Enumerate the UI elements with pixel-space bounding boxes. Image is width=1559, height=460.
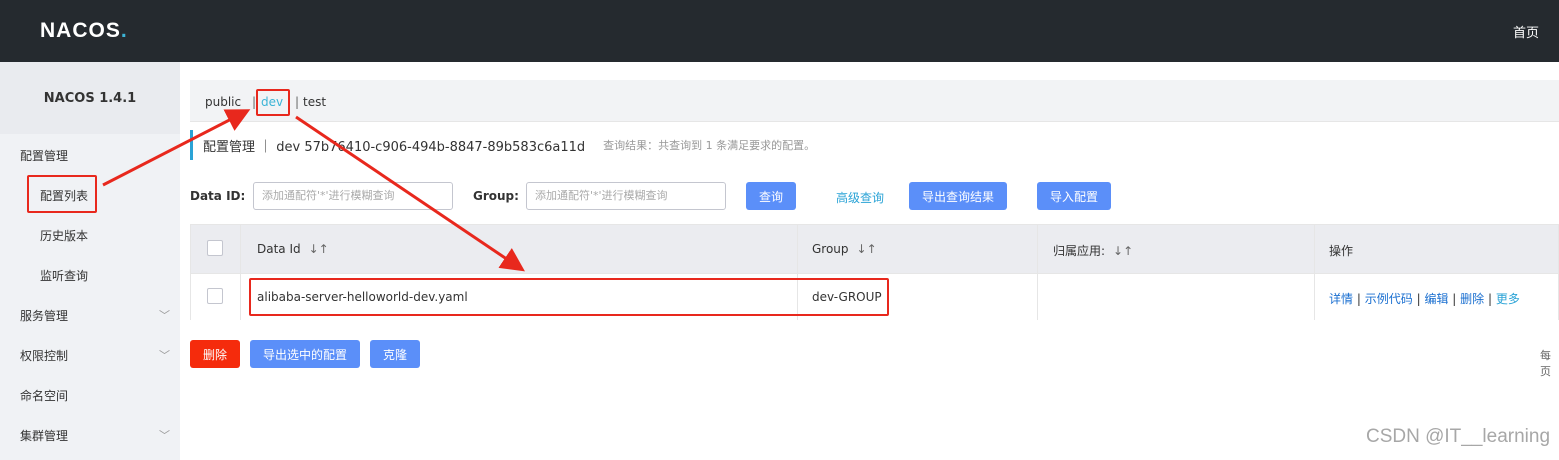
column-divider xyxy=(1314,225,1315,320)
namespace-tabs: public | dev | test xyxy=(190,80,1559,122)
group-input[interactable]: 添加通配符'*'进行模糊查询 xyxy=(526,182,726,210)
query-button[interactable]: 查询 xyxy=(746,182,796,210)
sidebar-item-history[interactable]: 历史版本 xyxy=(0,215,180,255)
chevron-down-icon: ﹀ xyxy=(159,309,170,322)
sidebar-item-label: 配置管理 xyxy=(20,148,69,163)
sort-icon[interactable]: ↓↑ xyxy=(1113,244,1133,258)
export-query-result-button[interactable]: 导出查询结果 xyxy=(909,182,1007,210)
annotation-box-row xyxy=(249,278,889,316)
chevron-down-icon: ﹀ xyxy=(159,349,170,362)
data-id-input[interactable]: 添加通配符'*'进行模糊查询 xyxy=(253,182,453,210)
export-selected-button[interactable]: 导出选中的配置 xyxy=(250,340,360,368)
op-separator: | xyxy=(1452,292,1457,306)
column-divider xyxy=(1037,225,1038,320)
data-id-label: Data ID: xyxy=(190,189,246,203)
query-result-text: 查询结果：共查询到 1 条满足要求的配置。 xyxy=(603,139,816,152)
home-link[interactable]: 首页 xyxy=(1513,22,1539,41)
table-header: Data Id ↓↑ Group ↓↑ 归属应用: ↓↑ 操作 xyxy=(191,225,1558,273)
advanced-query-link[interactable]: 高级查询 xyxy=(836,189,884,206)
detail-link[interactable]: 详情 xyxy=(1329,292,1353,306)
sort-icon[interactable]: ↓↑ xyxy=(309,242,329,256)
annotation-box-dev-tab xyxy=(256,89,290,116)
sidebar-item-label: 集群管理 xyxy=(20,428,69,443)
sidebar-item-label: 命名空间 xyxy=(20,388,69,403)
header-data-id[interactable]: Data Id ↓↑ xyxy=(257,242,329,256)
sample-code-link[interactable]: 示例代码 xyxy=(1365,292,1413,306)
group-label: Group: xyxy=(473,189,519,203)
chevron-down-icon: ﹀ xyxy=(159,429,170,442)
watermark: CSDN @IT__learning xyxy=(1366,426,1551,447)
sidebar-item-label: 监听查询 xyxy=(40,268,89,283)
delete-button[interactable]: 删除 xyxy=(190,340,240,368)
row-checkbox[interactable] xyxy=(207,288,223,304)
annotation-box-config-list xyxy=(27,175,97,213)
op-separator: | xyxy=(1416,292,1421,306)
op-separator: | xyxy=(1356,292,1361,306)
tab-public[interactable]: public xyxy=(205,95,241,109)
row-operations: 详情 | 示例代码 | 编辑 | 删除 | 更多 xyxy=(1329,290,1520,307)
sidebar-item-label: 历史版本 xyxy=(40,228,89,243)
header-operations: 操作 xyxy=(1329,244,1354,258)
column-divider xyxy=(240,225,241,320)
sidebar-item-label: 权限控制 xyxy=(20,348,69,363)
version-label: NACOS 1.4.1 xyxy=(0,62,180,134)
select-all-checkbox[interactable] xyxy=(207,240,223,256)
sidebar-item-config-management[interactable]: 配置管理 xyxy=(0,135,180,175)
tab-test[interactable]: test xyxy=(303,95,326,109)
tab-separator: | xyxy=(295,95,300,109)
page-title-row: 配置管理 ｜ dev 57b76410-c906-494b-8847-89b58… xyxy=(190,130,815,160)
sidebar-item-namespace[interactable]: 命名空间 xyxy=(0,375,180,415)
sidebar-item-access-control[interactable]: 权限控制 ﹀ xyxy=(0,335,180,375)
edit-link[interactable]: 编辑 xyxy=(1424,292,1448,306)
more-link[interactable]: 更多 xyxy=(1496,292,1520,306)
sidebar-item-listener-query[interactable]: 监听查询 xyxy=(0,255,180,295)
sidebar-item-service-management[interactable]: 服务管理 ﹀ xyxy=(0,295,180,335)
header-group[interactable]: Group ↓↑ xyxy=(812,242,877,256)
sort-icon[interactable]: ↓↑ xyxy=(857,242,877,256)
sidebar-item-cluster-management[interactable]: 集群管理 ﹀ xyxy=(0,415,180,455)
clone-button[interactable]: 克隆 xyxy=(370,340,420,368)
header-app[interactable]: 归属应用: ↓↑ xyxy=(1053,242,1133,259)
op-separator: | xyxy=(1488,292,1493,306)
delete-link[interactable]: 删除 xyxy=(1460,292,1484,306)
page-title: 配置管理 ｜ dev 57b76410-c906-494b-8847-89b58… xyxy=(203,139,586,155)
nacos-logo[interactable]: NACOS. xyxy=(40,19,128,43)
top-navbar: NACOS. 首页 xyxy=(0,0,1559,62)
page-size-label: 每页 xyxy=(1540,349,1551,378)
sidebar-item-label: 服务管理 xyxy=(20,308,69,323)
import-config-button[interactable]: 导入配置 xyxy=(1037,182,1111,210)
